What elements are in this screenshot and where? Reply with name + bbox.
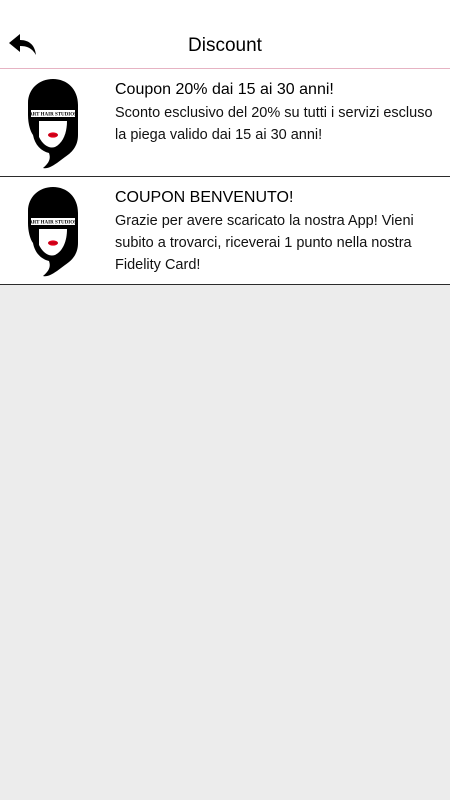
top-bar: Discount bbox=[0, 0, 450, 69]
salon-logo: ART HAIR STUDIOS bbox=[27, 185, 79, 277]
coupon-title: COUPON BENVENUTO! bbox=[115, 189, 294, 206]
coupon-description: Grazie per avere scaricato la nostra App… bbox=[115, 213, 414, 273]
svg-text:ART HAIR STUDIOS: ART HAIR STUDIOS bbox=[29, 113, 77, 118]
page-title: Discount bbox=[188, 35, 262, 56]
coupon-item[interactable]: ART HAIR STUDIOS Coupon 20% dai 15 ai 30… bbox=[0, 69, 450, 177]
salon-logo: ART HAIR STUDIOS bbox=[27, 77, 79, 169]
coupon-list: ART HAIR STUDIOS Coupon 20% dai 15 ai 30… bbox=[0, 69, 450, 285]
coupon-item[interactable]: ART HAIR STUDIOS COUPON BENVENUTO! Grazi… bbox=[0, 177, 450, 285]
coupon-title: Coupon 20% dai 15 ai 30 anni! bbox=[115, 81, 334, 98]
svg-text:ART HAIR STUDIOS: ART HAIR STUDIOS bbox=[29, 221, 77, 226]
coupon-description: Sconto esclusivo del 20% su tutti i serv… bbox=[115, 105, 433, 143]
